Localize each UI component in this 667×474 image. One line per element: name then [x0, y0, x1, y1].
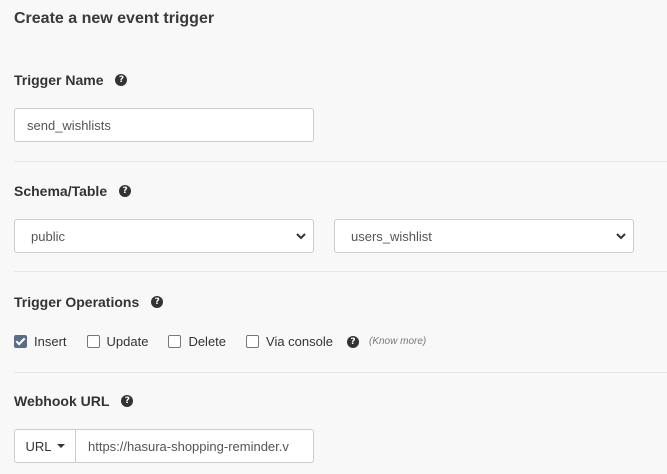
- question-circle-icon[interactable]: ?: [347, 335, 359, 348]
- delete-checkbox[interactable]: [168, 335, 182, 348]
- op-delete-label: Delete: [188, 334, 227, 349]
- schema-select-value: public: [31, 228, 65, 244]
- url-type-label: URL: [25, 438, 52, 454]
- divider: [14, 271, 667, 272]
- op-via-console-label: Via console: [266, 334, 333, 349]
- webhook-url-input[interactable]: https://hasura-shopping-reminder.v: [76, 429, 314, 463]
- op-delete[interactable]: Delete: [168, 334, 226, 349]
- trigger-name-input[interactable]: [14, 108, 314, 142]
- op-via-console[interactable]: Via console: [246, 334, 333, 349]
- webhook-url-value: https://hasura-shopping-reminder.v: [88, 438, 289, 454]
- question-circle-icon[interactable]: ?: [121, 395, 134, 407]
- trigger-operations-label: Trigger Operations ?: [14, 294, 164, 310]
- insert-checkbox[interactable]: [14, 335, 27, 348]
- schema-select[interactable]: public: [14, 219, 314, 253]
- schema-table-label-text: Schema/Table: [14, 183, 108, 199]
- webhook-url-label: Webhook URL ?: [14, 393, 134, 409]
- via-console-checkbox[interactable]: [246, 335, 260, 348]
- op-update-label: Update: [106, 334, 149, 349]
- caret-down-icon: [56, 444, 65, 448]
- chevron-down-icon: [296, 233, 306, 240]
- trigger-operations-row: Insert Update Delete Via console ? (Know…: [14, 334, 426, 349]
- op-update[interactable]: Update: [86, 334, 149, 349]
- question-circle-icon[interactable]: ?: [119, 185, 132, 197]
- update-checkbox[interactable]: [86, 335, 100, 348]
- question-circle-icon[interactable]: ?: [115, 74, 128, 86]
- table-select-value: users_wishlist: [351, 228, 432, 244]
- webhook-url-group: URL https://hasura-shopping-reminder.v: [14, 429, 314, 463]
- chevron-down-icon: [616, 233, 626, 240]
- trigger-name-label: Trigger Name ?: [14, 72, 128, 88]
- schema-table-label: Schema/Table ?: [14, 183, 132, 199]
- trigger-operations-label-text: Trigger Operations: [14, 294, 140, 310]
- divider: [14, 161, 667, 162]
- op-insert-label: Insert: [34, 334, 67, 349]
- question-circle-icon[interactable]: ?: [151, 296, 164, 308]
- webhook-url-label-text: Webhook URL: [14, 393, 110, 409]
- know-more-link[interactable]: (Know more): [369, 336, 426, 347]
- url-type-dropdown[interactable]: URL: [14, 429, 76, 463]
- divider: [14, 372, 667, 373]
- page-title: Create a new event trigger: [14, 10, 215, 27]
- table-select[interactable]: users_wishlist: [334, 219, 634, 253]
- trigger-name-label-text: Trigger Name: [14, 72, 104, 88]
- op-insert[interactable]: Insert: [14, 334, 67, 349]
